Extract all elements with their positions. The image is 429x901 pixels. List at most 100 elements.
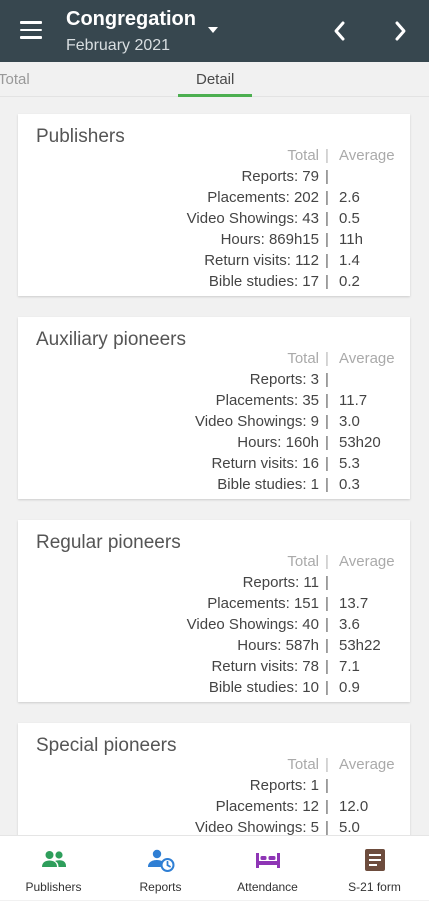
stat-separator: | <box>325 455 329 472</box>
stat-average: 5.0 <box>339 819 360 835</box>
stat-total: Return visits: 78 <box>211 658 319 675</box>
menu-icon[interactable] <box>20 21 42 39</box>
stat-average: 0.9 <box>339 679 360 696</box>
app-bar: Congregation February 2021 <box>0 0 429 62</box>
stat-total: Placements: 12 <box>215 798 319 815</box>
stat-total: Bible studies: 1 <box>217 476 319 493</box>
period-subtitle[interactable]: February 2021 <box>66 37 170 55</box>
stat-total: Placements: 202 <box>207 189 319 206</box>
column-separator: | <box>325 756 329 773</box>
stat-separator: | <box>325 252 329 269</box>
stat-average: 13.7 <box>339 595 369 612</box>
column-total: Total <box>287 756 319 773</box>
stat-separator: | <box>325 231 329 248</box>
stat-average: 0.5 <box>339 210 360 227</box>
previous-month-button[interactable] <box>328 18 352 44</box>
stat-row: Video Showings: 40 | 3.6 <box>18 616 410 637</box>
stat-average: 53h20 <box>339 434 381 451</box>
nav-reports[interactable]: Reports <box>107 836 214 901</box>
card-title: Auxiliary pioneers <box>36 329 186 350</box>
stat-row: Reports: 3 | <box>18 371 410 392</box>
bottom-navigation: Publishers Reports Attendance S-21 form <box>0 835 429 900</box>
column-average: Average <box>339 553 395 570</box>
person-clock-icon <box>147 848 175 872</box>
stat-row: Video Showings: 43 | 0.5 <box>18 210 410 231</box>
card-title: Special pioneers <box>36 735 177 756</box>
column-total: Total <box>287 350 319 367</box>
page-title[interactable]: Congregation <box>66 8 196 31</box>
stat-average: 7.1 <box>339 658 360 675</box>
stat-separator: | <box>325 476 329 493</box>
stat-average: 1.4 <box>339 252 360 269</box>
stat-average: 5.3 <box>339 455 360 472</box>
stat-row: Bible studies: 17 | 0.2 <box>18 273 410 294</box>
stat-total: Video Showings: 9 <box>195 413 319 430</box>
stat-separator: | <box>325 679 329 696</box>
stat-separator: | <box>325 658 329 675</box>
column-separator: | <box>325 350 329 367</box>
stat-separator: | <box>325 210 329 227</box>
stat-separator: | <box>325 574 329 591</box>
people-icon <box>40 848 68 872</box>
stat-row: Placements: 202 | 2.6 <box>18 189 410 210</box>
stat-row: Return visits: 112 | 1.4 <box>18 252 410 273</box>
stat-average: 0.2 <box>339 273 360 290</box>
card-publishers: Publishers Total | Average Reports: 79 | … <box>18 114 410 296</box>
stat-row: Reports: 11 | <box>18 574 410 595</box>
card-auxiliary-pioneers: Auxiliary pioneers Total | Average Repor… <box>18 317 410 499</box>
stat-total: Placements: 151 <box>207 595 319 612</box>
stat-average: 11h <box>339 231 363 248</box>
stat-total: Hours: 869h15 <box>220 231 319 248</box>
column-average: Average <box>339 350 395 367</box>
stat-row: Hours: 869h15 | 11h <box>18 231 410 252</box>
card-title: Regular pioneers <box>36 532 181 553</box>
column-separator: | <box>325 553 329 570</box>
stat-average: 11.7 <box>339 392 368 409</box>
nav-s21-form[interactable]: S-21 form <box>321 836 428 901</box>
stat-row: Placements: 151 | 13.7 <box>18 595 410 616</box>
dropdown-icon[interactable] <box>208 27 218 33</box>
column-total: Total <box>287 147 319 164</box>
nav-publishers[interactable]: Publishers <box>0 836 107 901</box>
column-average: Average <box>339 147 395 164</box>
column-separator: | <box>325 147 329 164</box>
next-month-button[interactable] <box>388 18 412 44</box>
stat-total: Bible studies: 10 <box>208 679 319 696</box>
nav-label: Attendance <box>237 880 298 894</box>
stat-row: Return visits: 78 | 7.1 <box>18 658 410 679</box>
stat-separator: | <box>325 819 329 835</box>
stat-separator: | <box>325 371 329 388</box>
stat-separator: | <box>325 189 329 206</box>
stat-row: Video Showings: 9 | 3.0 <box>18 413 410 434</box>
stat-total: Return visits: 16 <box>211 455 319 472</box>
stat-total: Hours: 587h <box>237 637 319 654</box>
column-total: Total <box>287 553 319 570</box>
stat-total: Reports: 11 <box>242 574 319 591</box>
stat-row: Bible studies: 1 | 0.3 <box>18 476 410 497</box>
tab-detail[interactable]: Detail <box>196 71 234 88</box>
stat-separator: | <box>325 777 329 794</box>
stat-total: Bible studies: 17 <box>208 273 319 290</box>
stat-row: Reports: 1 | <box>18 777 410 798</box>
nav-label: Reports <box>139 880 182 894</box>
stat-row: Video Showings: 5 | 5.0 <box>18 819 410 835</box>
stat-separator: | <box>325 392 329 409</box>
stat-separator: | <box>325 273 329 290</box>
card-title: Publishers <box>36 126 125 147</box>
stat-average: 0.3 <box>339 476 360 493</box>
chevron-left-icon <box>334 21 345 41</box>
stat-separator: | <box>325 413 329 430</box>
stat-total: Reports: 3 <box>249 371 319 388</box>
nav-label: Publishers <box>25 880 82 894</box>
stat-separator: | <box>325 168 329 185</box>
stat-total: Placements: 35 <box>215 392 319 409</box>
detail-list[interactable]: Publishers Total | Average Reports: 79 | … <box>0 97 429 835</box>
bed-icon <box>254 848 282 872</box>
column-average: Average <box>339 756 395 773</box>
stat-total: Hours: 160h <box>237 434 319 451</box>
nav-label: S-21 form <box>348 880 401 894</box>
nav-attendance[interactable]: Attendance <box>214 836 321 901</box>
tab-total[interactable]: Total <box>0 71 30 88</box>
stat-total: Video Showings: 43 <box>186 210 319 227</box>
stat-total: Return visits: 112 <box>204 252 319 269</box>
